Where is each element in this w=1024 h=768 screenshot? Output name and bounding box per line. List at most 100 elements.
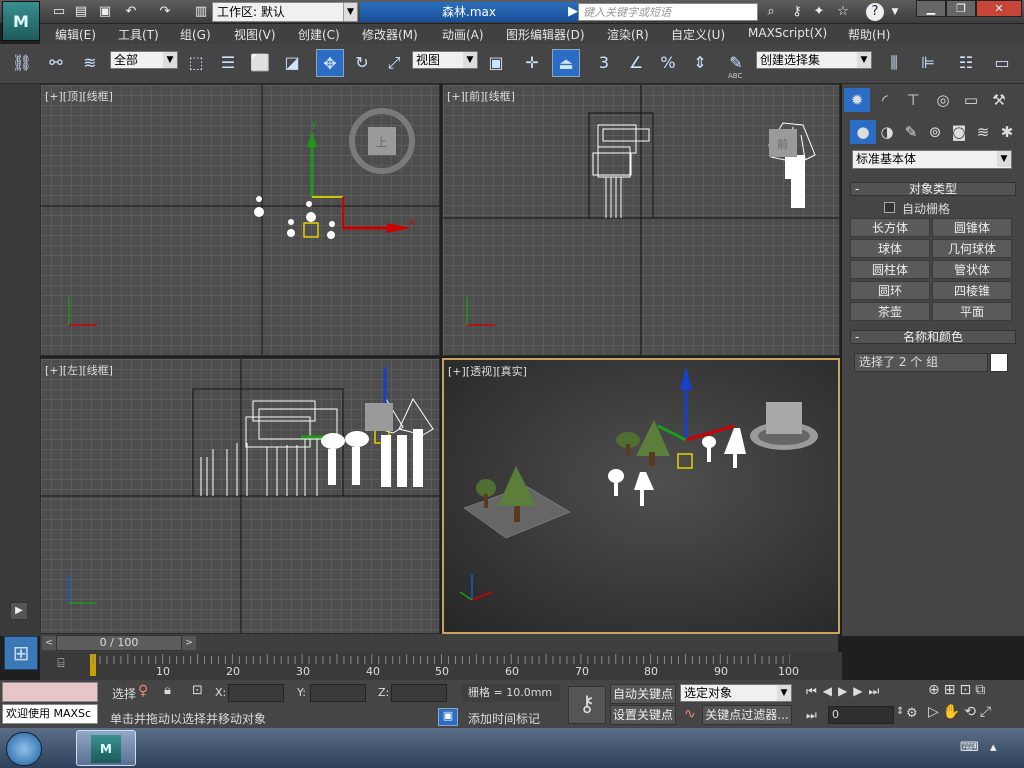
- snaps-toggle-icon[interactable]: 3: [590, 49, 618, 77]
- create-tab-icon[interactable]: ✹: [844, 88, 870, 112]
- menu-modifiers[interactable]: 修改器(M): [362, 26, 418, 43]
- percent-snap-icon[interactable]: %: [654, 49, 682, 77]
- spacewarps-icon[interactable]: ≋: [970, 120, 996, 144]
- next-frame-arrow-icon[interactable]: >: [182, 636, 196, 650]
- lights-icon[interactable]: ✎: [898, 120, 924, 144]
- torus-button[interactable]: 圆环: [850, 281, 930, 300]
- autogrid-checkbox[interactable]: [884, 202, 895, 213]
- cameras-icon[interactable]: ⊚: [922, 120, 948, 144]
- geometry-icon[interactable]: ●: [850, 120, 876, 144]
- curve-editor-icon[interactable]: ⌸: [50, 656, 72, 672]
- utilities-tab-icon[interactable]: ⚒: [986, 88, 1012, 112]
- app-logo-icon[interactable]: M: [2, 1, 40, 41]
- project-folder-icon[interactable]: ▥: [192, 3, 210, 21]
- box-button[interactable]: 长方体: [850, 218, 930, 237]
- set-key-button[interactable]: 设置关键点: [610, 705, 676, 725]
- close-icon[interactable]: ✕: [976, 0, 1022, 17]
- toggle-ribbon-icon[interactable]: ▭: [988, 49, 1016, 77]
- select-and-move-icon[interactable]: ✥: [316, 49, 344, 77]
- plane-button[interactable]: 平面: [932, 302, 1012, 321]
- restore-icon[interactable]: ❐: [946, 0, 976, 17]
- pyramid-button[interactable]: 四棱锥: [932, 281, 1012, 300]
- menu-animation[interactable]: 动画(A): [442, 26, 484, 43]
- hierarchy-tab-icon[interactable]: ⊤: [900, 88, 926, 112]
- auto-key-button[interactable]: 自动关键点: [610, 684, 676, 704]
- object-color-swatch[interactable]: [990, 353, 1008, 372]
- menu-edit[interactable]: 编辑(E): [55, 26, 96, 43]
- bind-space-warp-icon[interactable]: ≋: [76, 49, 104, 77]
- trackbar[interactable]: ⌸ 10 20 30 40 50 60 70 80 90 100: [40, 652, 842, 680]
- select-and-rotate-icon[interactable]: ↻: [348, 49, 376, 77]
- select-by-name-icon[interactable]: ☰: [214, 49, 242, 77]
- new-file-icon[interactable]: ▭: [50, 3, 68, 21]
- geosphere-button[interactable]: 几何球体: [932, 239, 1012, 258]
- menu-group[interactable]: 组(G): [180, 26, 211, 43]
- viewport-nav-bottom[interactable]: ▷✋⟲⤢: [928, 704, 995, 720]
- workspace-dropdown[interactable]: 工作区: 默认 ▼: [212, 2, 358, 22]
- spinner-snap-icon[interactable]: ⇕: [686, 49, 714, 77]
- binoculars-icon[interactable]: ⌕: [762, 3, 780, 21]
- viewport-perspective[interactable]: [+][透视][真实]: [442, 358, 840, 634]
- help-dropdown-icon[interactable]: ▼: [886, 3, 904, 21]
- reference-coordinate-dropdown[interactable]: 视图 ▼: [412, 51, 478, 69]
- start-button-icon[interactable]: [6, 732, 42, 766]
- undo-icon[interactable]: ↶: [122, 3, 140, 21]
- viewport-front[interactable]: [+][前][线框] 前: [442, 84, 840, 356]
- modify-tab-icon[interactable]: ◜: [872, 88, 898, 112]
- menu-help[interactable]: 帮助(H): [848, 26, 890, 43]
- viewport-left[interactable]: [+][左][线框]: [40, 358, 440, 634]
- isolate-bulb-icon[interactable]: ♀: [138, 683, 148, 699]
- lock-selection-icon[interactable]: 🔒︎: [164, 683, 171, 698]
- shapes-icon[interactable]: ◑: [874, 120, 900, 144]
- select-manipulate-icon[interactable]: ✛: [518, 49, 546, 77]
- playback-controls[interactable]: ⏮◀▶▶⏭: [806, 684, 885, 699]
- mirror-icon[interactable]: ⫼: [880, 49, 908, 77]
- name-color-rollout[interactable]: - 名称和颜色: [850, 330, 1016, 344]
- current-frame-field[interactable]: 0: [828, 706, 894, 724]
- menu-views[interactable]: 视图(V): [234, 26, 276, 43]
- align-icon[interactable]: ⊫: [914, 49, 942, 77]
- helpers-icon[interactable]: ◙: [946, 120, 972, 144]
- sphere-button[interactable]: 球体: [850, 239, 930, 258]
- time-tag-icon[interactable]: ▣: [438, 708, 458, 726]
- key-filters-button[interactable]: 关键点过滤器...: [702, 705, 792, 725]
- frame-spinner-icon[interactable]: ⇕: [896, 706, 904, 717]
- viewport-top[interactable]: [+][顶][线框] y x 上: [40, 84, 440, 356]
- absolute-mode-icon[interactable]: ⊡: [192, 683, 203, 698]
- menu-rendering[interactable]: 渲染(R): [607, 26, 649, 43]
- set-key-icon[interactable]: ⚷: [568, 686, 606, 724]
- named-selection-dropdown[interactable]: 创建选择集 ▼: [756, 51, 872, 69]
- favorite-star-icon[interactable]: ☆: [834, 3, 852, 21]
- cylinder-button[interactable]: 圆柱体: [850, 260, 930, 279]
- key-icon[interactable]: ⚷: [788, 3, 806, 21]
- time-slider-thumb[interactable]: 0 / 100: [56, 635, 182, 651]
- search-input[interactable]: 键入关键字或短语: [578, 3, 758, 21]
- systems-icon[interactable]: ✱: [994, 120, 1020, 144]
- y-coord-field[interactable]: [310, 684, 366, 702]
- time-config-icon[interactable]: ⚙: [906, 706, 918, 721]
- viewport-nav-top[interactable]: ⊕⊞⊡⧉: [928, 682, 989, 698]
- keyboard-icon[interactable]: ⌨: [960, 740, 979, 755]
- menu-create[interactable]: 创建(C): [298, 26, 340, 43]
- add-time-tag[interactable]: 添加时间标记: [468, 710, 540, 727]
- window-crossing-icon[interactable]: ◪: [278, 49, 306, 77]
- keyboard-shortcut-override-icon[interactable]: ⏏: [552, 49, 580, 77]
- layer-manager-icon[interactable]: ☷: [952, 49, 980, 77]
- unlink-icon[interactable]: ⚯: [42, 49, 70, 77]
- viewcube[interactable]: [365, 403, 393, 431]
- category-dropdown[interactable]: 标准基本体 ▼: [852, 150, 1012, 169]
- maxscript-listener-pink[interactable]: [2, 682, 98, 702]
- viewcube[interactable]: [766, 402, 802, 434]
- pivot-center-icon[interactable]: ▣: [482, 49, 510, 77]
- tray-arrow-icon[interactable]: ▴: [990, 740, 997, 755]
- menu-tools[interactable]: 工具(T): [118, 26, 159, 43]
- cone-button[interactable]: 圆锥体: [932, 218, 1012, 237]
- angle-snap-icon[interactable]: ∠: [622, 49, 650, 77]
- maxscript-mini-listener[interactable]: 欢迎使用 MAXSc: [2, 704, 98, 724]
- help-icon[interactable]: ?: [866, 3, 884, 21]
- display-tab-icon[interactable]: ▭: [958, 88, 984, 112]
- expand-panel-icon[interactable]: ▶: [10, 602, 28, 620]
- select-object-icon[interactable]: ⬚: [182, 49, 210, 77]
- object-name-field[interactable]: 选择了 2 个 组: [854, 353, 988, 372]
- teapot-button[interactable]: 茶壶: [850, 302, 930, 321]
